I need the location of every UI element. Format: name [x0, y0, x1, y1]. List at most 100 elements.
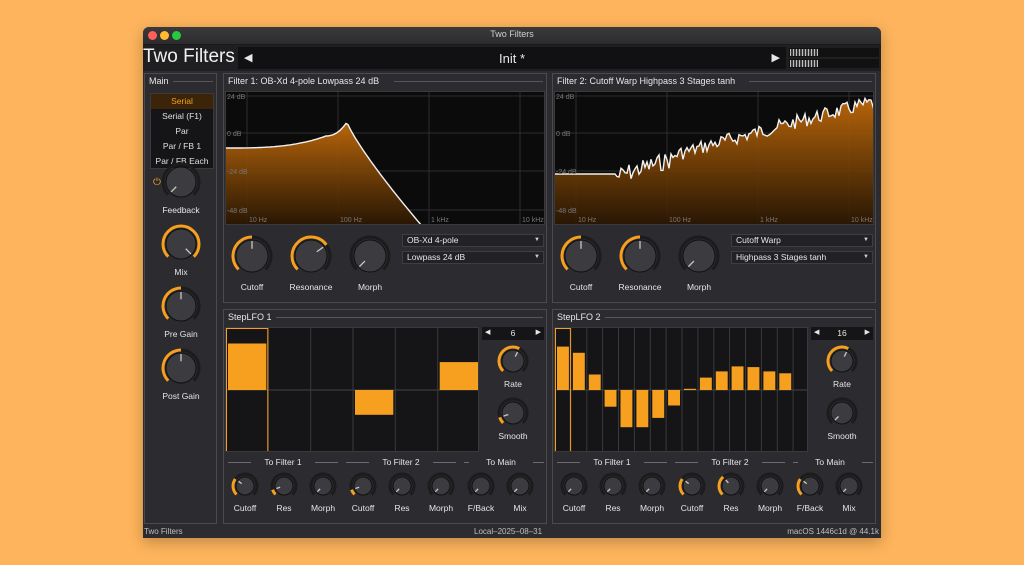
- filter2-cutoff-knob[interactable]: [560, 235, 602, 277]
- mod-section-label: To Main: [469, 457, 533, 467]
- db-axis-label: -48 dB: [556, 208, 577, 215]
- lfo2-rate-knob[interactable]: [826, 345, 858, 377]
- steplfo1-step-count[interactable]: ◀ 6 ▶: [482, 327, 544, 340]
- lfo-step-bar[interactable]: [636, 390, 649, 428]
- filter1-morph-label: Morph: [357, 282, 383, 292]
- lfo1-smooth-knob[interactable]: [497, 397, 529, 429]
- filter1-resonance-knob[interactable]: [290, 235, 332, 277]
- lfo1-mod-morph-knob[interactable]: [427, 472, 455, 500]
- freq-axis-label: 1 kHz: [431, 217, 449, 224]
- lfo-step-bar[interactable]: [557, 346, 569, 390]
- filter1-response-graph: 24 dB 0 dB -24 dB -48 dB 10 Hz 100 Hz 1 kHz 10 …: [225, 91, 545, 225]
- lfo-step-bar[interactable]: [731, 366, 744, 390]
- preset-name[interactable]: Init *: [238, 51, 786, 66]
- preset-browser[interactable]: ◀ Init * ▶: [238, 47, 786, 69]
- lfo-step-bar[interactable]: [699, 377, 712, 390]
- post-gain-label: Post Gain: [162, 391, 200, 401]
- lfo1-mod-res-knob[interactable]: [388, 472, 416, 500]
- lfo2-mod-cutoff-knob[interactable]: [678, 472, 706, 500]
- lfo-step-bar[interactable]: [763, 371, 776, 390]
- routing-mode-option[interactable]: Serial (F1): [151, 109, 213, 124]
- lfo2-mod-morph-knob[interactable]: [638, 472, 666, 500]
- lfo2-smooth-label: Smooth: [827, 431, 857, 441]
- lfo2-mod-mix-label: Mix: [842, 503, 856, 513]
- freq-axis-label: 1 kHz: [760, 217, 778, 224]
- lfo2-mod-morph-knob[interactable]: [756, 472, 784, 500]
- filter2-morph-knob[interactable]: [678, 235, 720, 277]
- filter2-type-dropdown[interactable]: Highpass 3 Stages tanh ▼: [731, 251, 873, 264]
- filter1-cutoff-knob[interactable]: [231, 235, 273, 277]
- steplfo1-panel: StepLFO 1 ◀ 6 ▶ Rate Smooth To Filter 1 To…: [223, 309, 547, 524]
- filter1-panel: Filter 1: OB-Xd 4-pole Lowpass 24 dB 24 …: [223, 73, 547, 303]
- steplfo2-title: StepLFO 2: [557, 312, 601, 322]
- lfo2-mod-mix-knob[interactable]: [835, 472, 863, 500]
- app-title: Two Filters: [143, 46, 235, 67]
- lfo1-rate-knob[interactable]: [497, 345, 529, 377]
- filter2-model-dropdown[interactable]: Cutoff Warp ▼: [731, 234, 873, 247]
- lfo-step-bar[interactable]: [747, 367, 760, 390]
- filter1-title: Filter 1: OB-Xd 4-pole Lowpass 24 dB: [228, 76, 380, 86]
- status-plugin-name: Two Filters: [144, 527, 183, 536]
- mod-section-label: To Filter 2: [698, 457, 762, 467]
- lfo-step-bar[interactable]: [355, 390, 394, 415]
- lfo-step-bar[interactable]: [715, 371, 728, 390]
- lfo-step-bar[interactable]: [228, 343, 267, 391]
- lfo1-rate-label: Rate: [504, 379, 522, 389]
- lfo-step-bar[interactable]: [652, 390, 665, 418]
- mix-knob[interactable]: [161, 224, 201, 264]
- lfo1-mod-cutoff-knob[interactable]: [349, 472, 377, 500]
- lfo2-mod-res-knob[interactable]: [599, 472, 627, 500]
- filter2-resonance-knob[interactable]: [619, 235, 661, 277]
- lfo2-mod-cutoff-knob[interactable]: [560, 472, 588, 500]
- freq-axis-label: 10 kHz: [851, 217, 873, 224]
- steplfo1-step-editor[interactable]: [225, 327, 479, 452]
- pre-gain-knob[interactable]: [161, 286, 201, 326]
- db-axis-label: 24 dB: [556, 94, 575, 101]
- filter2-title: Filter 2: Cutoff Warp Highpass 3 Stages …: [557, 76, 736, 86]
- vu-meter-left: [789, 48, 879, 57]
- lfo-step-bar[interactable]: [684, 388, 696, 390]
- lfo1-mod-res-knob[interactable]: [270, 472, 298, 500]
- filter1-morph-knob[interactable]: [349, 235, 391, 277]
- filter1-model-dropdown[interactable]: OB-Xd 4-pole ▼: [402, 234, 544, 247]
- lfo2-mod-res-knob[interactable]: [717, 472, 745, 500]
- routing-mode-list: Serial Serial (F1) Par Par / FB 1 Par / FB E…: [150, 93, 214, 169]
- next-preset-icon[interactable]: ▶: [772, 51, 780, 64]
- routing-mode-option[interactable]: Serial: [151, 94, 213, 109]
- post-gain-knob[interactable]: [161, 348, 201, 388]
- lfo1-mod-mix-knob[interactable]: [506, 472, 534, 500]
- vu-meter-right: [789, 59, 879, 68]
- filter2-cutoff-label: Cutoff: [569, 282, 593, 292]
- steplfo1-title: StepLFO 1: [228, 312, 272, 322]
- lfo1-mod-fback-knob[interactable]: [467, 472, 495, 500]
- lfo-step-bar[interactable]: [779, 373, 792, 390]
- routing-mode-option[interactable]: Par: [151, 124, 213, 139]
- power-icon[interactable]: ⏻: [153, 177, 161, 188]
- freq-axis-label: 10 Hz: [249, 217, 268, 224]
- lfo-step-bar[interactable]: [604, 390, 617, 407]
- lfo-step-bar[interactable]: [668, 390, 680, 406]
- steplfo2-step-count[interactable]: ◀ 16 ▶: [811, 327, 873, 340]
- db-axis-label: 0 dB: [556, 131, 571, 138]
- routing-mode-option[interactable]: Par / FB 1: [151, 139, 213, 154]
- lfo2-smooth-knob[interactable]: [826, 397, 858, 429]
- feedback-knob[interactable]: [161, 162, 201, 202]
- increment-icon[interactable]: ▶: [536, 328, 541, 336]
- lfo2-mod-fback-knob[interactable]: [796, 472, 824, 500]
- lfo-step-bar[interactable]: [620, 390, 633, 428]
- mod-section-label: To Main: [798, 457, 862, 467]
- lfo1-mod-morph-knob[interactable]: [309, 472, 337, 500]
- lfo-step-bar[interactable]: [588, 374, 601, 391]
- increment-icon[interactable]: ▶: [865, 328, 870, 336]
- freq-axis-label: 10 kHz: [522, 217, 544, 224]
- lfo-step-bar[interactable]: [572, 352, 585, 390]
- db-axis-label: -48 dB: [227, 208, 248, 215]
- title-bar: Two Filters: [143, 27, 881, 45]
- plugin-window: Two Filters Two Filters ◀ Init * ▶ Main …: [143, 27, 881, 538]
- lfo2-rate-label: Rate: [833, 379, 851, 389]
- lfo-step-bar[interactable]: [439, 362, 478, 390]
- steplfo2-step-editor[interactable]: [554, 327, 808, 452]
- filter1-type-dropdown[interactable]: Lowpass 24 dB ▼: [402, 251, 544, 264]
- lfo1-mod-cutoff-knob[interactable]: [231, 472, 259, 500]
- mod-section-label: To Filter 1: [251, 457, 315, 467]
